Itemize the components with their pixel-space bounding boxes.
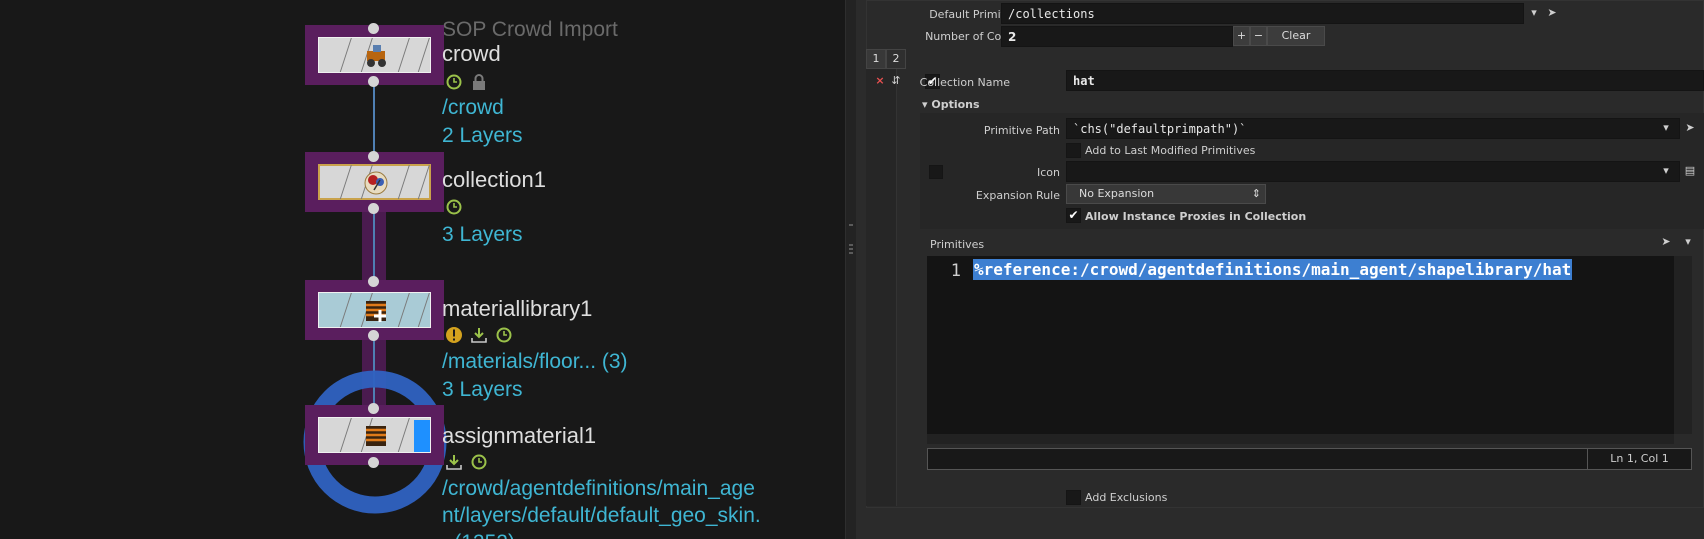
- line-number: 1: [950, 261, 961, 281]
- cursor-position: Ln 1, Col 1: [1587, 449, 1691, 469]
- display-flag[interactable]: [414, 420, 430, 452]
- assign-material-icon: [366, 426, 386, 446]
- node-materiallibrary1-input[interactable]: [368, 276, 379, 287]
- select-arrow-icon[interactable]: ➤: [1658, 234, 1674, 250]
- node-materiallibrary1-output[interactable]: [368, 330, 379, 341]
- icon-toggle[interactable]: [929, 165, 943, 179]
- icon-field[interactable]: [1066, 161, 1680, 182]
- remove-collection-button[interactable]: −: [1250, 26, 1267, 46]
- allow-instance-proxies-checkbox[interactable]: ✔: [1066, 208, 1081, 223]
- network-editor[interactable]: SOP Crowd Import crowd /crowd 2 Layers c…: [0, 0, 845, 539]
- node-crowd-output[interactable]: [368, 76, 379, 87]
- expansion-rule-menu[interactable]: No Expansion ⇕: [1066, 184, 1266, 204]
- icon-label: Icon: [1037, 166, 1060, 179]
- node-crowd-path: /crowd: [442, 96, 504, 119]
- insert-instance-icon[interactable]: ⇵: [888, 73, 904, 89]
- node-collection1-input[interactable]: [368, 151, 379, 162]
- default-prim-path-field[interactable]: /collections: [1001, 3, 1524, 24]
- node-collection1-layers: 3 Layers: [442, 223, 523, 246]
- expansion-rule-label: Expansion Rule: [975, 189, 1060, 202]
- updown-arrows-icon: ⇕: [1251, 187, 1261, 200]
- material-library-icon: [366, 301, 386, 322]
- node-collection1-body[interactable]: [318, 164, 431, 200]
- clear-button[interactable]: Clear: [1267, 26, 1325, 46]
- parameter-editor: Default Primitive Path /collections ▾ ➤ …: [856, 0, 1704, 539]
- primitive-path-field[interactable]: `chs("defaultprimpath")`: [1066, 118, 1680, 139]
- primitive-path-label: Primitive Path: [983, 124, 1060, 137]
- add-exclusions-checkbox[interactable]: [1066, 490, 1081, 505]
- node-crowd-name[interactable]: crowd: [442, 41, 501, 67]
- add-last-modified-checkbox[interactable]: [1066, 143, 1081, 158]
- expansion-rule-value: No Expansion: [1079, 187, 1155, 200]
- node-materiallibrary1-body[interactable]: [318, 292, 431, 328]
- chevron-down-icon[interactable]: ▾: [1658, 163, 1674, 179]
- time-dependent-icon: [446, 199, 462, 215]
- wire-collection-materiallibrary[interactable]: [373, 211, 375, 281]
- warning-icon: [446, 327, 462, 343]
- node-crowd-input[interactable]: [368, 23, 379, 34]
- vertical-scrollbar[interactable]: [1674, 256, 1692, 434]
- primitives-code-line[interactable]: %reference:/crowd/agentdefinitions/main_…: [973, 259, 1573, 280]
- collection-name-field[interactable]: hat: [1066, 70, 1704, 91]
- import-icon: [446, 455, 462, 470]
- tab-collection-2[interactable]: 2: [886, 49, 906, 69]
- allow-instance-proxies-label: Allow Instance Proxies in Collection: [1085, 210, 1307, 223]
- node-assignmaterial1-path-2: nt/layers/default/default_geo_skin.: [442, 504, 761, 527]
- node-crowd-layers: 2 Layers: [442, 124, 523, 147]
- editor-status-bar: Ln 1, Col 1: [927, 448, 1692, 470]
- node-materiallibrary1-layers: 3 Layers: [442, 378, 523, 401]
- num-collections-field[interactable]: 2: [1001, 26, 1233, 47]
- chevron-down-icon[interactable]: ▾: [1526, 5, 1542, 21]
- select-arrow-icon[interactable]: ➤: [1682, 120, 1698, 136]
- time-dependent-icon: [446, 74, 462, 90]
- remove-instance-icon[interactable]: ×: [872, 73, 888, 89]
- crowd-import-icon: [367, 45, 386, 67]
- time-dependent-icon: [471, 454, 487, 470]
- horizontal-scrollbar[interactable]: [927, 434, 1674, 444]
- collection-name-label: Collection Name: [919, 76, 1010, 89]
- add-exclusions-label: Add Exclusions: [1085, 491, 1168, 504]
- wire-crowd-collection[interactable]: [373, 86, 375, 156]
- node-assignmaterial1-path-1: /crowd/agentdefinitions/main_age: [442, 477, 755, 500]
- options-title: Options: [931, 98, 980, 111]
- node-materiallibrary1-materials: /materials/floor... (3): [442, 350, 628, 373]
- node-assignmaterial1-path-3: ~(1252): [442, 531, 515, 539]
- add-collection-button[interactable]: +: [1233, 26, 1250, 46]
- collection-icon: [364, 171, 388, 195]
- chevron-down-icon[interactable]: ▾: [1680, 234, 1696, 250]
- primitives-code-editor[interactable]: 1 %reference:/crowd/agentdefinitions/mai…: [927, 256, 1674, 434]
- import-icon: [471, 328, 487, 343]
- options-section-header[interactable]: ▾ Options: [922, 98, 980, 111]
- tab-collection-1[interactable]: 1: [866, 49, 886, 69]
- primitives-label: Primitives: [930, 238, 985, 251]
- node-assignmaterial1-name[interactable]: assignmaterial1: [442, 423, 596, 449]
- file-browse-icon[interactable]: ▤: [1682, 163, 1698, 179]
- node-materiallibrary1-name[interactable]: materiallibrary1: [442, 296, 592, 322]
- node-collection1-output[interactable]: [368, 203, 379, 214]
- node-type-label: SOP Crowd Import: [442, 18, 618, 41]
- node-assignmaterial1-output[interactable]: [368, 457, 379, 468]
- multiparm-instance-column: [866, 69, 897, 506]
- select-arrow-icon[interactable]: ➤: [1544, 5, 1560, 21]
- node-crowd-body[interactable]: [318, 37, 431, 73]
- chevron-down-icon[interactable]: ▾: [1658, 120, 1674, 136]
- add-last-modified-label: Add to Last Modified Primitives: [1085, 144, 1256, 157]
- node-assignmaterial1-input[interactable]: [368, 403, 379, 414]
- time-dependent-icon: [496, 327, 512, 343]
- pane-divider[interactable]: [845, 0, 856, 539]
- lock-icon: [473, 74, 485, 90]
- node-collection1-name[interactable]: collection1: [442, 167, 546, 193]
